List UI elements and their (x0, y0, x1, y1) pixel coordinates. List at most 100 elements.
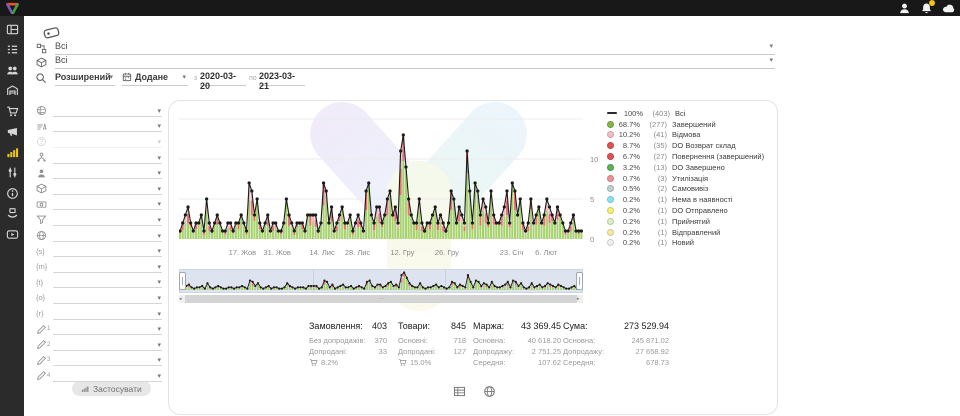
stat-sub-value: 27 658.92 (636, 346, 669, 357)
stat-sub-value: 107.62 (538, 357, 561, 368)
table-view-button[interactable] (453, 385, 467, 399)
legend-item[interactable]: 0.5%(2)Самовивіз (607, 184, 764, 195)
navigator-left-handle[interactable] (179, 272, 186, 290)
sidebar-item-warehouse[interactable] (0, 81, 24, 102)
legend-item[interactable]: 100%(403)Всі (607, 108, 764, 119)
status-filter-select[interactable]: Всі ▾ (55, 40, 775, 55)
sidebar-item-marketing[interactable] (0, 122, 24, 143)
chevron-down-icon: ▾ (109, 74, 113, 81)
legend-item[interactable]: 0.2%(1)Відправлений (607, 227, 764, 238)
legend-swatch (607, 164, 614, 171)
legend-cnt: (3) (640, 174, 667, 183)
chevron-down-icon: ▾ (157, 186, 161, 193)
chevron-down-icon: ▾ (157, 123, 161, 130)
filter-select-help[interactable]: ▾ (53, 136, 162, 148)
filter-select-custom-field-1[interactable]: ▾ (53, 323, 162, 335)
tag-icon[interactable] (42, 24, 61, 41)
cart-icon (309, 358, 318, 367)
filter-select-funnel[interactable]: ▾ (53, 214, 162, 226)
filter-select-variable-s[interactable]: ▾ (53, 245, 162, 257)
notification-badge (929, 0, 935, 6)
filter-select-person[interactable]: ▾ (53, 167, 162, 179)
legend-swatch (607, 207, 614, 214)
sidebar-item-video-tutorials[interactable] (0, 224, 24, 245)
notifications-icon[interactable] (920, 2, 933, 15)
profile-icon[interactable] (898, 2, 911, 15)
sidebar-item-settings[interactable] (0, 163, 24, 184)
legend-swatch (607, 142, 614, 149)
date-field-select[interactable]: Додане ▾ (122, 71, 188, 86)
chart-navigator[interactable] (179, 269, 583, 293)
search-mode-select[interactable]: Розширений ▾ (55, 71, 115, 86)
chevron-down-icon: ▾ (769, 57, 773, 64)
sidebar-item-clients[interactable] (0, 60, 24, 81)
legend-pct: 0.2% (614, 217, 640, 226)
sidebar-item-orders[interactable] (0, 40, 24, 61)
legend-item[interactable]: 0.2%(1)Новий (607, 238, 764, 249)
sidebar-item-cart[interactable] (0, 101, 24, 122)
legend-item[interactable]: 0.2%(1)DO Отправлено (607, 205, 764, 216)
filter-select-custom-field-3[interactable]: ▾ (53, 354, 162, 366)
sidebar-item-dashboard[interactable] (0, 19, 24, 40)
filter-select-custom-field-2[interactable]: ▾ (53, 339, 162, 351)
legend-item[interactable]: 3.2%(13)DO Завершено (607, 162, 764, 173)
chevron-down-icon: ▾ (157, 155, 161, 162)
legend-item[interactable]: 0.2%(1)Прийнятий (607, 216, 764, 227)
world-view-button[interactable] (483, 385, 497, 399)
chart-scrollbar[interactable]: ◂ ··· ▸ (179, 295, 583, 303)
sidebar-item-statistics[interactable] (0, 142, 24, 163)
filter-row-payment: ▾ (36, 197, 162, 213)
legend-lab: Повернення (завершений) (672, 152, 764, 161)
stat-value: 43 369.45 (521, 321, 561, 331)
filter-row-structure: ▾ (36, 150, 162, 166)
legend-item[interactable]: 8.7%(35)DO Возврат склад (607, 140, 764, 151)
product-filter-select[interactable]: Всі ▾ (55, 54, 775, 69)
x-tick-label: 12. Гру (390, 248, 414, 257)
legend-pct: 3.2% (614, 163, 640, 172)
chevron-down-icon: ▾ (157, 357, 161, 364)
filter-select-variable-r[interactable]: ▾ (53, 308, 162, 320)
legend-swatch (607, 121, 614, 128)
filter-select-variable-m[interactable]: ▾ (53, 261, 162, 273)
legend-item[interactable]: 0.2%(1)Нема в наявності (607, 194, 764, 205)
legend-item[interactable]: 0.7%(3)Утилізація (607, 173, 764, 184)
legend-item[interactable]: 68.7%(277)Завершений (607, 119, 764, 130)
stat-sub-label: Основна: (473, 335, 505, 346)
braces-icon: {t} (36, 278, 53, 287)
legend-lab: DO Завершено (672, 163, 725, 172)
filter-row-variable-o: {o}▾ (36, 290, 162, 306)
chevron-down-icon: ▾ (157, 233, 161, 240)
filter-row-custom-field-2: 2▾ (36, 337, 162, 353)
scroll-right-arrow[interactable]: ▸ (577, 295, 583, 303)
theme-icon[interactable] (942, 2, 955, 15)
x-tick-label: 28. Лис (345, 248, 370, 257)
legend-item[interactable]: 10.2%(41)Відмова (607, 130, 764, 141)
stat-sub-label: Середня: (563, 357, 595, 368)
search-icon[interactable] (35, 72, 47, 84)
sidebar-item-info[interactable] (0, 183, 24, 204)
filter-select-structure[interactable]: ▾ (53, 152, 162, 164)
filter-select-country[interactable]: ▾ (53, 105, 162, 117)
braces-icon: {r} (36, 309, 53, 318)
filter-select-payment[interactable]: ▾ (53, 198, 162, 210)
scrollbar-thumb[interactable]: ··· (185, 295, 577, 303)
x-tick-label: 6. Лют (535, 248, 557, 257)
sidebar-item-supply[interactable] (0, 204, 24, 225)
filter-select-product[interactable]: ▾ (53, 183, 162, 195)
navigator-right-handle[interactable] (576, 272, 583, 290)
date-to-input[interactable]: 2023-03-21 (259, 71, 305, 86)
legend-pct: 0.2% (614, 238, 640, 247)
chevron-down-icon: ▾ (157, 248, 161, 255)
filter-select-variable-o[interactable]: ▾ (53, 292, 162, 304)
date-from-input[interactable]: 2020-03-20 (200, 71, 246, 86)
stat-title: Замовлення: (309, 321, 363, 331)
filter-select-ranking[interactable]: ▾ (53, 120, 162, 132)
filter-select-website[interactable]: ▾ (53, 230, 162, 242)
filter-select-variable-t[interactable]: ▾ (53, 276, 162, 288)
legend-swatch (607, 153, 614, 160)
legend-item[interactable]: 6.7%(27)Повернення (завершений) (607, 151, 764, 162)
legend-lab: Прийнятий (672, 217, 710, 226)
filter-select-custom-field-4[interactable]: ▾ (53, 370, 162, 382)
legend-swatch (607, 239, 614, 246)
app-logo-icon[interactable] (5, 2, 20, 15)
